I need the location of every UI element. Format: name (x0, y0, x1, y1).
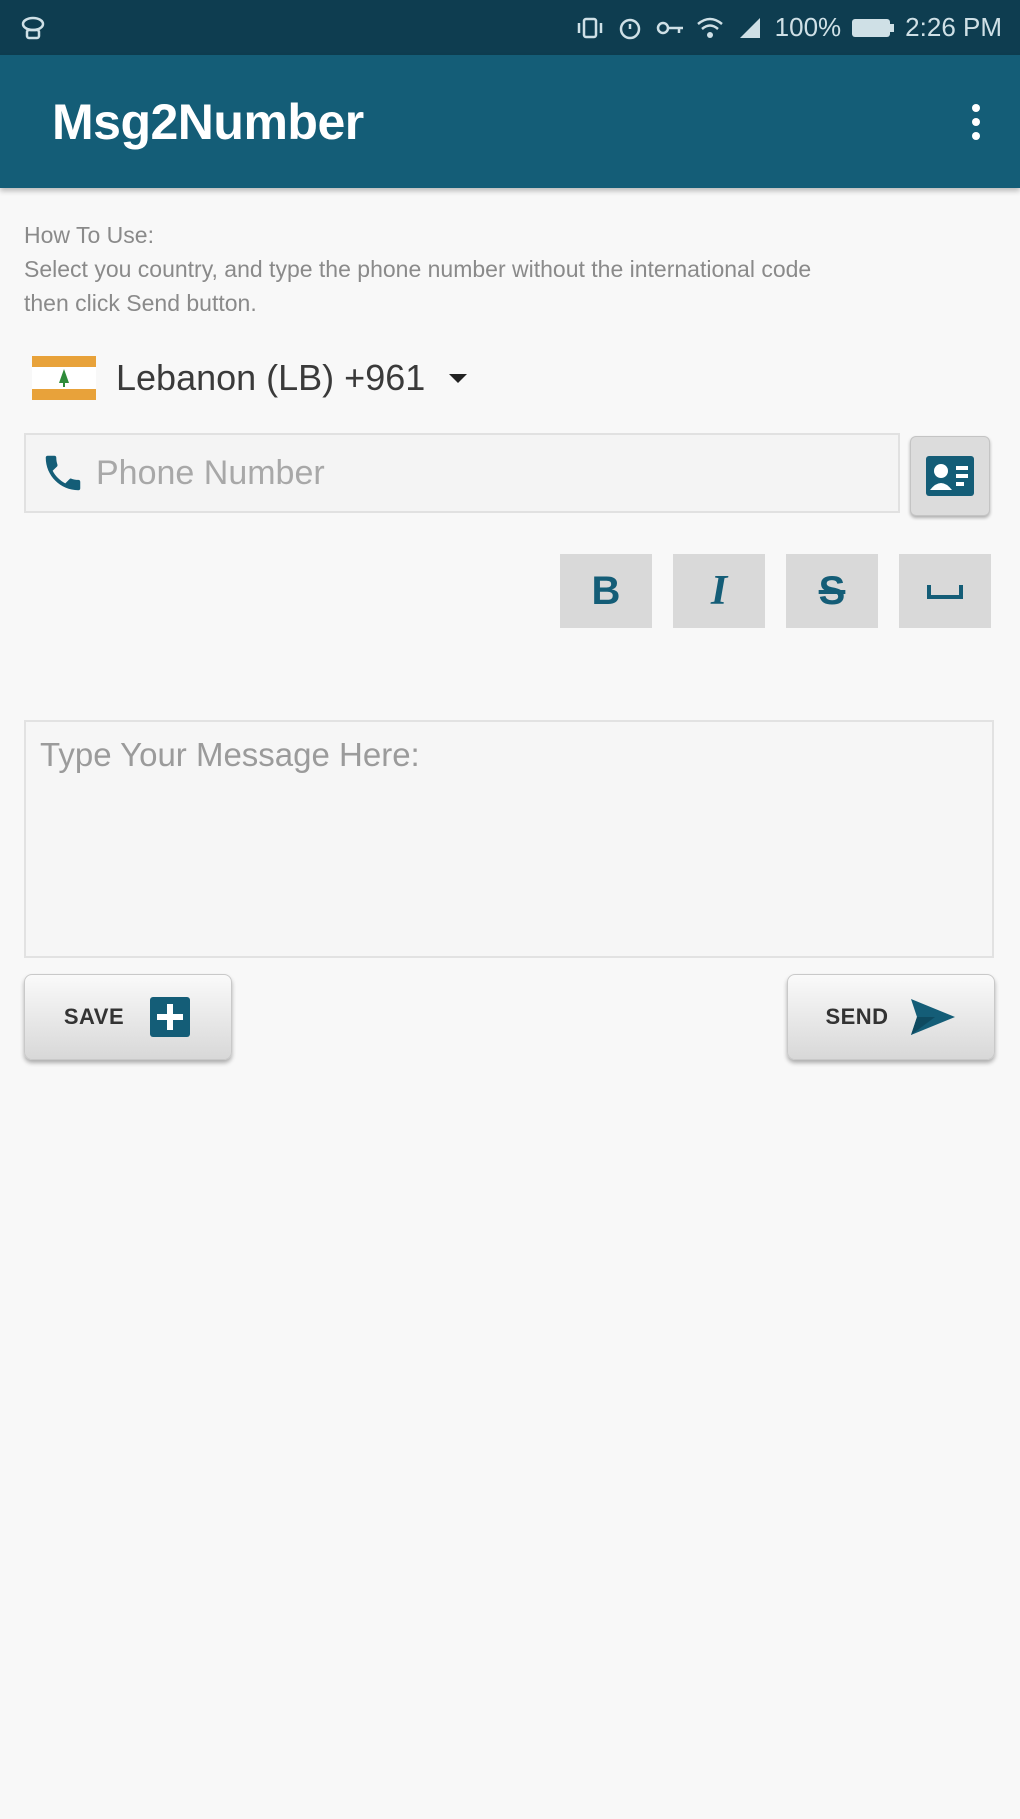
strikethrough-button[interactable]: S (786, 554, 878, 628)
monospace-button[interactable] (899, 554, 991, 628)
country-label: Lebanon (LB) +961 (116, 357, 426, 398)
send-label: SEND (825, 1004, 889, 1029)
contacts-icon (924, 454, 976, 498)
country-selector[interactable]: Lebanon (LB) +961 (32, 352, 468, 404)
strikethrough-icon: S (818, 568, 846, 613)
monospace-icon (925, 581, 965, 601)
vibrate-icon (575, 13, 605, 43)
battery-icon (851, 13, 895, 43)
save-button[interactable]: SAVE (24, 974, 232, 1060)
italic-icon: I (710, 568, 728, 614)
send-icon (909, 997, 957, 1037)
lebanon-flag-icon (32, 356, 96, 400)
status-bar: 100% 2:26 PM (0, 0, 1020, 55)
add-box-icon (148, 995, 192, 1039)
notification-icon (18, 13, 48, 43)
alarm-icon (615, 13, 645, 43)
battery-percent: 100% (774, 12, 842, 42)
phone-number-input[interactable] (94, 452, 878, 494)
instructions: How To Use: Select you country, and type… (24, 218, 1004, 320)
phone-icon (40, 450, 86, 496)
app-title: Msg2Number (52, 93, 364, 150)
italic-button[interactable]: I (673, 554, 765, 628)
dropdown-arrow-icon (449, 373, 468, 383)
contacts-button[interactable] (910, 436, 990, 516)
key-icon (655, 13, 685, 43)
more-vert-icon[interactable] (962, 94, 990, 150)
phone-field[interactable] (24, 433, 900, 513)
send-button[interactable]: SEND (787, 974, 995, 1060)
instructions-heading: How To Use: (24, 222, 154, 248)
message-field[interactable] (24, 720, 994, 958)
clock: 2:26 PM (905, 12, 1002, 42)
app-bar: Msg2Number (0, 55, 1020, 188)
bold-button[interactable]: B (560, 554, 652, 628)
signal-icon (735, 13, 765, 43)
instructions-line-1: Select you country, and type the phone n… (24, 256, 812, 282)
instructions-line-2: then click Send button. (24, 290, 257, 316)
wifi-icon (695, 13, 725, 43)
message-input[interactable] (40, 736, 978, 942)
save-label: SAVE (63, 1004, 125, 1029)
bold-icon: B (591, 568, 621, 613)
